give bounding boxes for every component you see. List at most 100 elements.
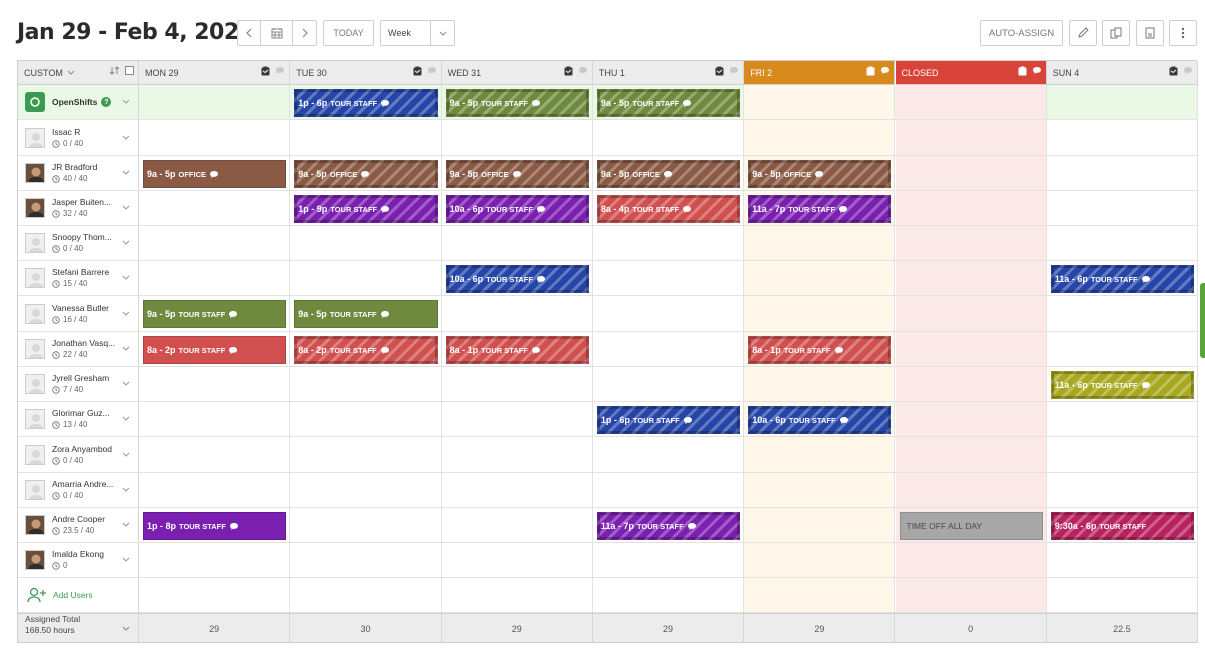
clipboard-icon[interactable] [715,66,724,76]
user-cell[interactable]: Andre Cooper 23.5 / 40 [18,508,139,542]
chevron-down-icon[interactable] [122,487,130,492]
day-cell[interactable] [290,508,442,542]
calendar-picker-button[interactable] [260,20,293,46]
day-cell[interactable] [1046,473,1199,507]
day-header-actions[interactable] [261,66,285,76]
user-cell[interactable]: JR Bradford 40 / 40 [18,156,139,190]
checkbox-icon[interactable] [125,66,134,75]
day-cell[interactable] [1046,156,1199,190]
day-cell[interactable] [1046,578,1199,612]
day-cell[interactable] [290,543,442,577]
add-users-button[interactable]: Add Users [18,578,139,612]
day-cell[interactable] [895,226,1047,260]
chevron-down-icon[interactable] [122,557,130,562]
day-cell[interactable] [895,543,1047,577]
day-cell[interactable] [441,367,593,401]
view-select[interactable]: Week [380,20,455,46]
clipboard-icon[interactable] [261,66,270,76]
day-cell[interactable] [139,120,291,155]
comment-icon[interactable] [427,66,437,75]
chevron-down-icon[interactable] [122,311,130,316]
day-header-6[interactable]: SUN 4 [1046,61,1199,85]
day-cell[interactable] [895,437,1047,472]
day-cell[interactable] [290,402,442,436]
day-cell[interactable] [744,578,896,612]
day-cell[interactable] [592,332,745,366]
day-header-actions[interactable] [413,66,437,76]
shift-block[interactable]: 8a - 4p TOUR STAFF [596,195,741,223]
shift-block[interactable]: 8a - 1p TOUR STAFF [445,336,589,364]
shift-block[interactable]: 11a - 7p TOUR STAFF [748,195,892,223]
day-cell[interactable] [895,191,1047,225]
day-cell[interactable] [441,120,593,155]
edit-button[interactable] [1069,20,1097,46]
day-cell[interactable] [592,120,745,155]
shift-block[interactable]: 9a - 5p OFFICE [748,160,892,188]
day-header-5[interactable]: CLOSED [895,61,1047,85]
day-cell[interactable] [744,226,896,260]
day-cell[interactable] [290,578,442,612]
shift-block[interactable]: 9a - 5p TOUR STAFF [445,89,589,117]
user-cell[interactable]: Imalda Ekong 0 [18,543,139,577]
day-header-actions[interactable] [715,66,739,76]
day-cell[interactable] [1046,402,1199,436]
day-cell[interactable] [139,85,291,119]
day-cell[interactable] [744,261,896,295]
day-cell[interactable] [744,473,896,507]
day-cell[interactable] [139,578,291,612]
chevron-down-icon[interactable] [122,99,130,104]
prev-week-button[interactable] [237,20,261,46]
day-cell[interactable] [139,402,291,436]
day-cell[interactable] [895,402,1047,436]
shift-block[interactable]: 11a - 6p TOUR STAFF [1050,265,1195,293]
clipboard-icon[interactable] [413,66,422,76]
day-cell[interactable] [744,367,896,401]
chevron-down-icon[interactable] [122,452,130,457]
day-cell[interactable] [441,296,593,331]
comment-icon[interactable] [1183,66,1193,75]
day-header-actions[interactable] [866,66,890,76]
day-cell[interactable] [744,85,896,119]
day-cell[interactable] [441,437,593,472]
day-cell[interactable] [1046,120,1199,155]
user-cell[interactable]: Stefani Barrere 15 / 40 [18,261,139,295]
chevron-down-icon[interactable] [122,205,130,210]
chevron-down-icon[interactable] [122,626,130,631]
shift-block[interactable]: 9:30a - 6p TOUR STAFF [1050,512,1195,540]
copy-button[interactable] [1102,20,1130,46]
user-cell[interactable]: OpenShifts? [18,85,139,119]
user-cell[interactable]: Zora Anyambod 0 / 40 [18,437,139,472]
day-cell[interactable] [592,437,745,472]
shift-block[interactable]: 9a - 5p OFFICE [445,160,589,188]
chevron-down-icon[interactable] [122,416,130,421]
day-cell[interactable] [1046,332,1199,366]
user-cell[interactable]: Snoopy Thom... 0 / 40 [18,226,139,260]
day-header-3[interactable]: THU 1 [592,61,745,85]
clipboard-icon[interactable] [866,66,875,76]
publish-button[interactable] [1136,20,1164,46]
day-cell[interactable] [592,543,745,577]
shift-block[interactable]: 1p - 8p TOUR STAFF [143,512,287,540]
day-cell[interactable] [744,437,896,472]
comment-icon[interactable] [729,66,739,75]
shift-block[interactable]: 9a - 5p OFFICE [143,160,287,188]
chevron-down-icon[interactable] [122,275,130,280]
shift-block[interactable]: 10a - 6p TOUR STAFF [445,195,589,223]
shift-block[interactable]: 8a - 2p TOUR STAFF [143,336,287,364]
day-cell[interactable] [290,120,442,155]
next-week-button[interactable] [292,20,317,46]
day-cell[interactable] [1046,191,1199,225]
clipboard-icon[interactable] [1169,66,1178,76]
user-cell[interactable]: Vanessa Butler 16 / 40 [18,296,139,331]
user-cell[interactable]: Jasper Buiten... 32 / 40 [18,191,139,225]
shift-block[interactable]: 11a - 7p TOUR STAFF [596,512,741,540]
day-cell[interactable] [139,367,291,401]
day-cell[interactable] [1046,226,1199,260]
user-cell[interactable]: Jonathan Vasq... 22 / 40 [18,332,139,366]
day-cell[interactable] [895,261,1047,295]
auto-assign-button[interactable]: AUTO-ASSIGN [980,20,1063,46]
day-cell[interactable] [895,332,1047,366]
day-cell[interactable] [744,296,896,331]
day-cell[interactable] [895,296,1047,331]
shift-block[interactable]: 8a - 1p TOUR STAFF [748,336,892,364]
